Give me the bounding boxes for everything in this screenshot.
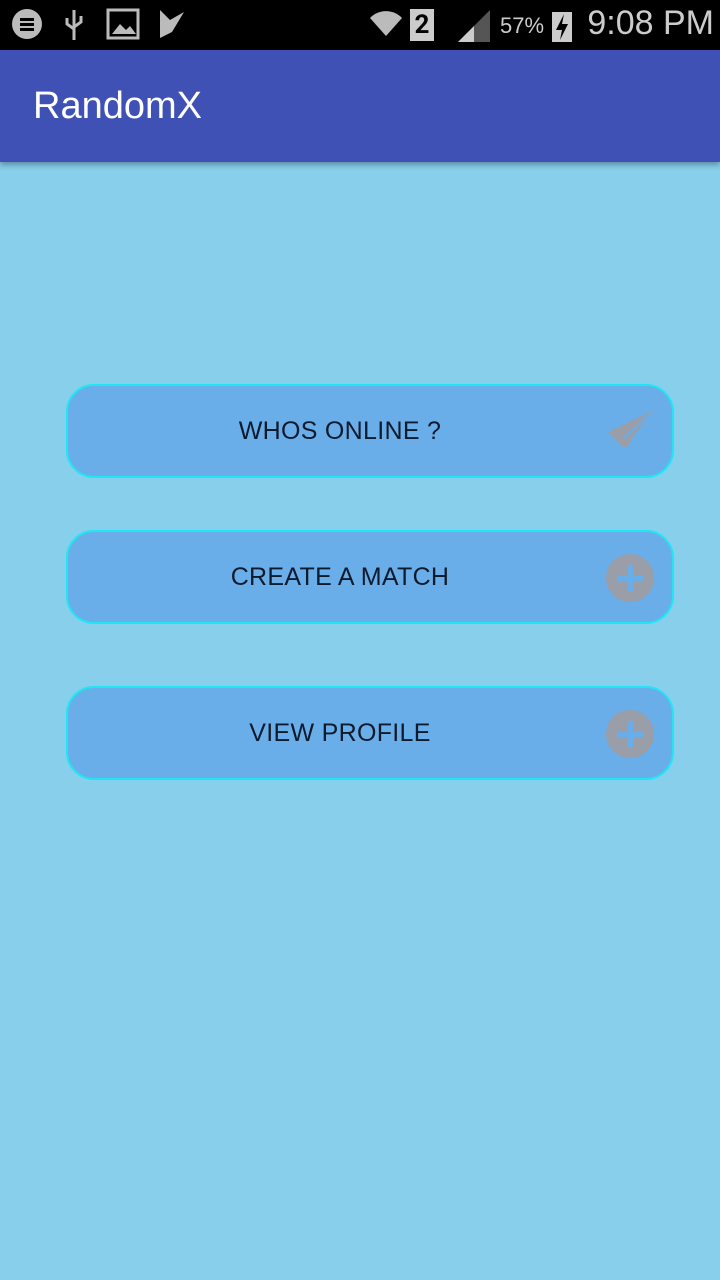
signal-icon <box>458 10 490 42</box>
plus-circle-icon <box>606 554 654 602</box>
sim-icon: 2 <box>410 9 434 41</box>
usb-icon <box>65 10 83 40</box>
check-icon <box>160 10 184 38</box>
create-match-button[interactable]: CREATE A MATCH <box>66 530 674 624</box>
paper-plane-icon <box>608 410 654 448</box>
button-label: CREATE A MATCH <box>230 562 450 591</box>
messenger-icon <box>12 9 42 39</box>
whos-online-button[interactable]: WHOS ONLINE ? <box>66 384 674 478</box>
plus-circle-icon <box>606 710 654 758</box>
battery-percent: 57% <box>500 13 545 38</box>
button-label: WHOS ONLINE ? <box>238 416 442 445</box>
clock: 9:08 PM <box>587 4 714 42</box>
app-bar: RandomX <box>0 50 720 162</box>
wifi-icon <box>370 11 402 36</box>
status-bar: 2 57% 9:08 PM <box>0 0 720 50</box>
app-title: RandomX <box>33 85 202 127</box>
view-profile-button[interactable]: VIEW PROFILE <box>66 686 674 780</box>
button-label: VIEW PROFILE <box>249 718 431 747</box>
image-icon <box>106 8 140 40</box>
battery-charging-icon <box>552 12 572 42</box>
